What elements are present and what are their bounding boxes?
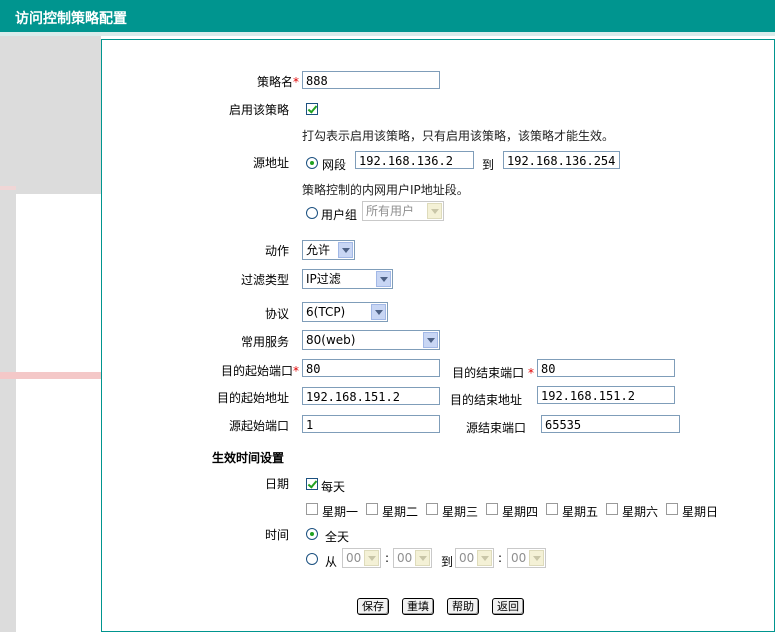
src-end-port-input[interactable]: 65535 — [541, 415, 680, 433]
weekday-label-sun: 星期日 — [682, 505, 719, 519]
src-start-port-input[interactable]: 1 — [302, 415, 440, 433]
left-panel — [0, 36, 101, 632]
policy-name-input[interactable]: 888 — [302, 71, 440, 89]
from-minute-value: 00 — [397, 551, 413, 565]
dest-start-addr-label: 目的起始地址 — [216, 391, 289, 405]
weekday-label-thu: 星期四 — [502, 505, 539, 519]
help-button[interactable]: 帮助 — [447, 598, 479, 615]
schedule-section-title: 生效时间设置 — [212, 451, 285, 465]
enable-checkbox[interactable] — [306, 103, 318, 115]
to-colon: : — [498, 551, 503, 565]
protocol-select[interactable]: 6(TCP) — [302, 302, 388, 322]
schedule-time-label: 时间 — [264, 528, 289, 542]
common-service-label: 常用服务 — [240, 335, 289, 349]
chevron-down-icon — [427, 203, 442, 219]
filter-type-value: IP过滤 — [306, 272, 341, 286]
filter-type-label: 过滤类型 — [240, 273, 289, 287]
chevron-down-icon — [529, 550, 544, 566]
from-hour-select[interactable]: 00 — [342, 548, 381, 568]
weekday-checkbox-mon[interactable] — [306, 503, 318, 515]
weekday-checkbox-wed[interactable] — [426, 503, 438, 515]
filter-type-select[interactable]: IP过滤 — [302, 269, 393, 289]
common-service-value: 80(web) — [306, 333, 356, 347]
weekday-checkbox-sun[interactable] — [666, 503, 678, 515]
save-button[interactable]: 保存 — [357, 598, 389, 615]
to-hour-value: 00 — [459, 551, 475, 565]
left-panel-blank — [16, 194, 101, 632]
weekday-label-fri: 星期五 — [562, 505, 599, 519]
weekday-label-sat: 星期六 — [622, 505, 659, 519]
weekday-checkbox-sat[interactable] — [606, 503, 618, 515]
source-group-radio[interactable] — [306, 207, 318, 219]
time-to-label: 到 — [441, 555, 454, 569]
policy-name-label: 策略名* — [256, 75, 299, 89]
title-stripe — [0, 32, 775, 36]
weekday-checkbox-fri[interactable] — [546, 503, 558, 515]
left-panel-accent — [0, 186, 16, 190]
weekday-checkbox-thu[interactable] — [486, 503, 498, 515]
weekday-checkbox-tue[interactable] — [366, 503, 378, 515]
user-group-value: 所有用户 — [366, 204, 415, 218]
time-from-label: 从 — [325, 555, 338, 569]
dest-start-port-input[interactable]: 80 — [302, 359, 440, 377]
everyday-label: 每天 — [321, 480, 346, 494]
src-end-port-label: 源结束端口 — [465, 421, 526, 435]
source-end-ip-input[interactable]: 192.168.136.254 — [503, 151, 620, 169]
enable-label: 启用该策略 — [228, 103, 289, 117]
source-hint: 策略控制的内网用户IP地址段。 — [302, 183, 469, 197]
to-minute-select[interactable]: 00 — [507, 548, 546, 568]
from-minute-select[interactable]: 00 — [393, 548, 432, 568]
action-label: 动作 — [264, 244, 289, 258]
chevron-down-icon — [376, 271, 391, 287]
chevron-down-icon — [338, 242, 353, 258]
from-hour-value: 00 — [346, 551, 362, 565]
source-segment-radio[interactable] — [306, 157, 318, 169]
schedule-date-label: 日期 — [264, 477, 289, 491]
allday-radio[interactable] — [306, 528, 318, 540]
title-bar: 访问控制策略配置 — [0, 0, 775, 32]
common-service-select[interactable]: 80(web) — [302, 330, 440, 350]
enable-hint: 打勾表示启用该策略，只有启用该策略，该策略才能生效。 — [302, 129, 615, 143]
dest-end-addr-input[interactable]: 192.168.151.2 — [537, 386, 675, 404]
source-segment-label: 网段 — [322, 158, 347, 172]
protocol-label: 协议 — [264, 307, 289, 321]
user-group-select[interactable]: 所有用户 — [362, 201, 444, 221]
weekday-label-mon: 星期一 — [322, 505, 359, 519]
weekday-label-wed: 星期三 — [442, 505, 479, 519]
everyday-checkbox[interactable] — [306, 478, 318, 490]
chevron-down-icon — [415, 550, 430, 566]
source-to-label: 到 — [482, 158, 495, 172]
reset-button[interactable]: 重填 — [402, 598, 434, 615]
action-select[interactable]: 允许 — [302, 240, 355, 260]
time-range-radio[interactable] — [306, 553, 318, 565]
chevron-down-icon — [364, 550, 379, 566]
action-value: 允许 — [306, 243, 331, 257]
to-minute-value: 00 — [511, 551, 527, 565]
to-hour-select[interactable]: 00 — [455, 548, 494, 568]
chevron-down-icon — [477, 550, 492, 566]
dest-start-port-label: 目的起始端口* — [220, 364, 299, 378]
allday-label: 全天 — [325, 530, 350, 544]
source-start-ip-input[interactable]: 192.168.136.2 — [355, 151, 474, 169]
chevron-down-icon — [371, 304, 386, 320]
back-button[interactable]: 返回 — [492, 598, 524, 615]
chevron-down-icon — [423, 332, 438, 348]
dest-end-port-input[interactable]: 80 — [537, 359, 675, 377]
left-panel-pink-bar — [0, 372, 101, 379]
dest-end-port-label: 目的结束端口 * — [452, 366, 534, 380]
src-start-port-label: 源起始端口 — [228, 419, 289, 433]
weekday-label-tue: 星期二 — [382, 505, 419, 519]
source-group-label: 用户组 — [321, 208, 358, 222]
page-title: 访问控制策略配置 — [15, 11, 127, 27]
source-address-label: 源地址 — [252, 156, 289, 170]
dest-end-addr-label: 目的结束地址 — [449, 393, 522, 407]
protocol-value: 6(TCP) — [306, 305, 346, 319]
dest-start-addr-input[interactable]: 192.168.151.2 — [302, 387, 440, 405]
from-colon: : — [385, 551, 390, 565]
